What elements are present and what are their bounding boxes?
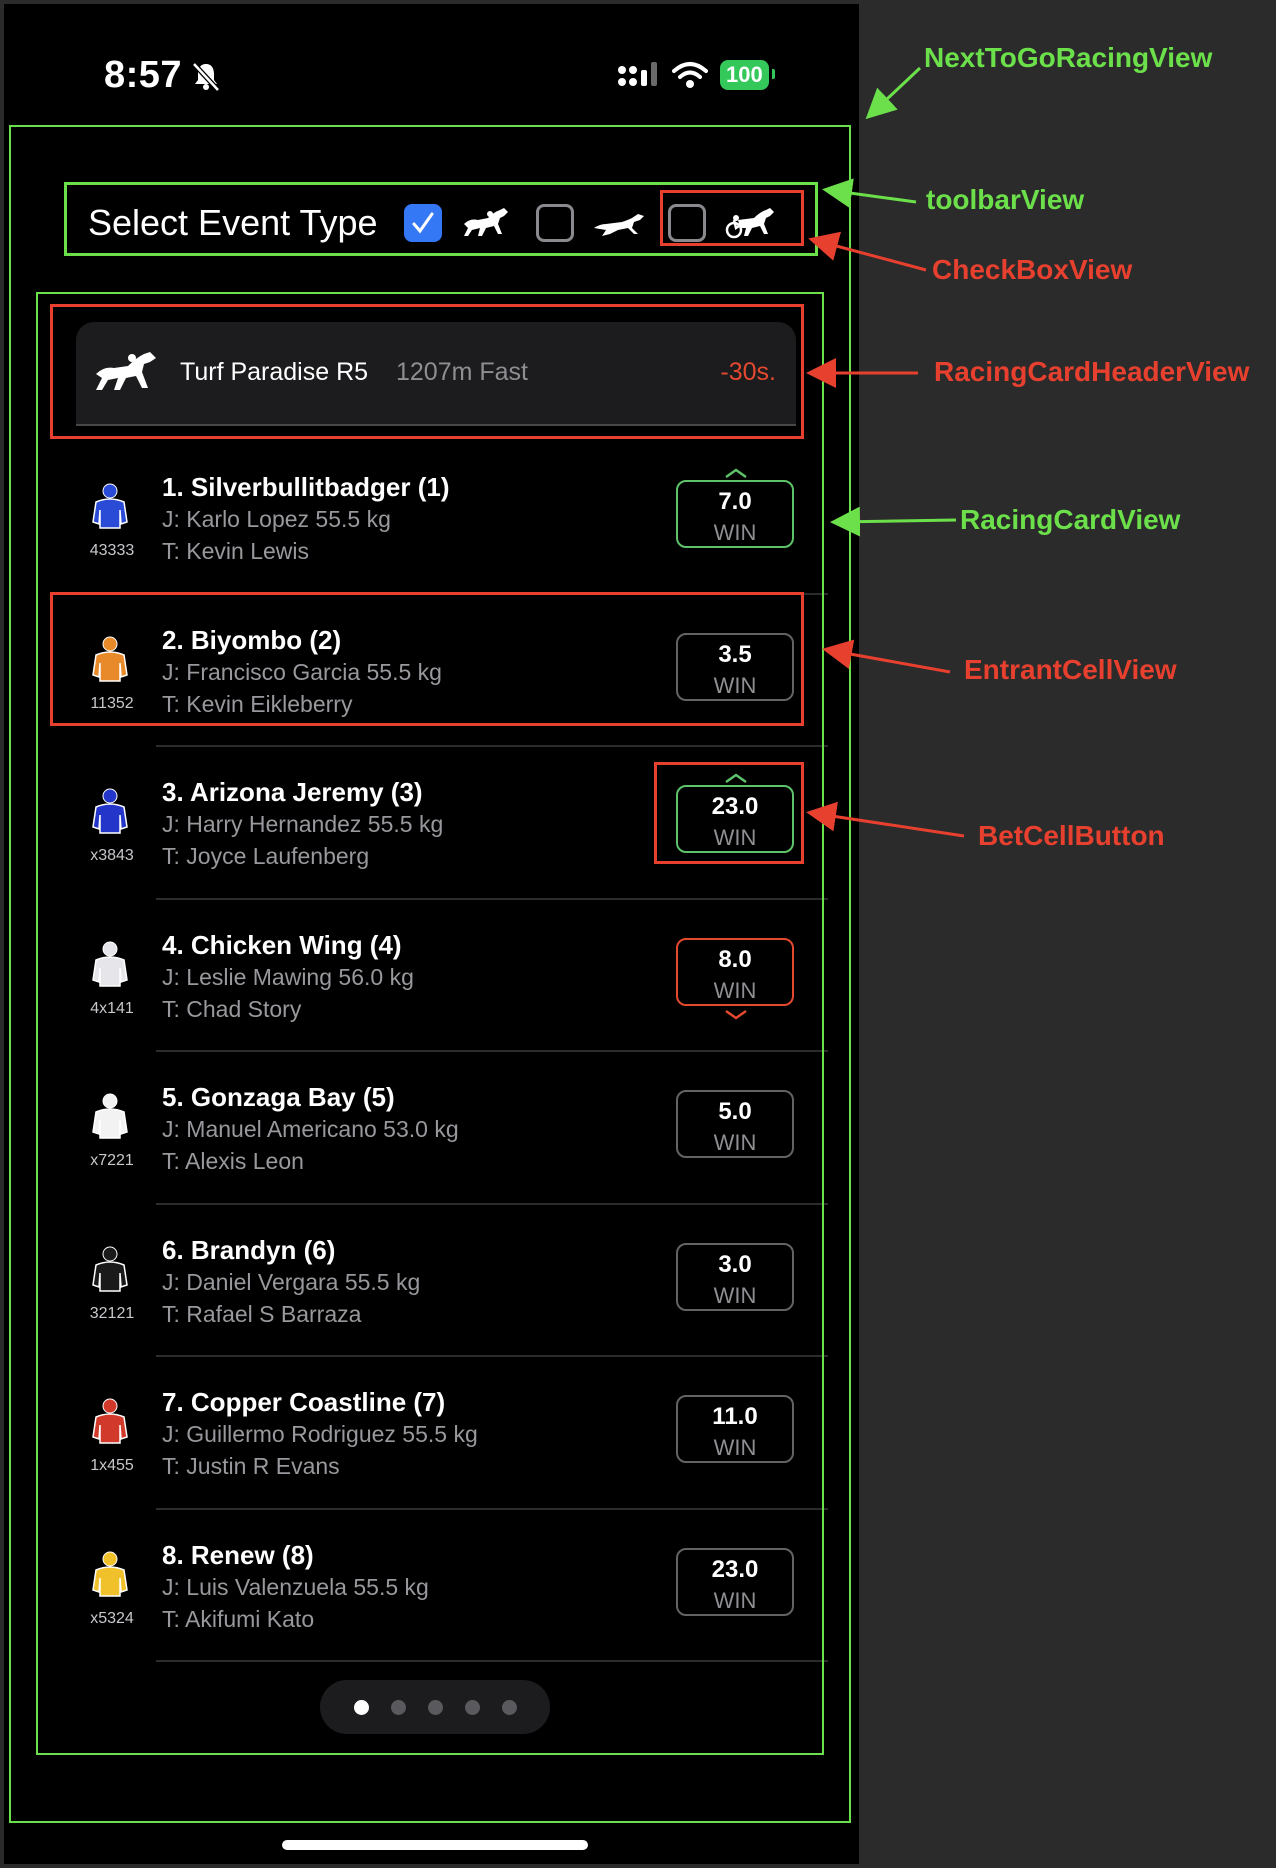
bell-muted-icon: [192, 62, 220, 92]
outline-bet-cell-button: [654, 762, 804, 864]
outline-entrant-cell-view: [50, 592, 804, 726]
outline-card-header-view: [50, 304, 804, 439]
outline-racing-card-view: [36, 292, 824, 1755]
home-indicator[interactable]: [282, 1840, 588, 1850]
annotation-entrant-view: EntrantCellView: [964, 654, 1177, 685]
annotation-card-view: RacingCardView: [960, 504, 1181, 535]
cellular-signal-icon: [618, 62, 657, 86]
annotation-bet-button: BetCellButton: [978, 820, 1165, 851]
status-indicators: 100: [616, 60, 775, 90]
annotation-next-to-go: NextToGoRacingView: [924, 42, 1213, 73]
annotation-checkbox-view: CheckBoxView: [932, 254, 1133, 285]
wifi-icon: [672, 62, 708, 88]
status-time: 8:57: [104, 54, 183, 96]
outline-checkbox-view: [660, 190, 804, 246]
annotation-toolbar-view: toolbarView: [926, 184, 1085, 215]
battery-indicator: 100: [720, 60, 775, 90]
annotation-header-view: RacingCardHeaderView: [934, 356, 1250, 387]
